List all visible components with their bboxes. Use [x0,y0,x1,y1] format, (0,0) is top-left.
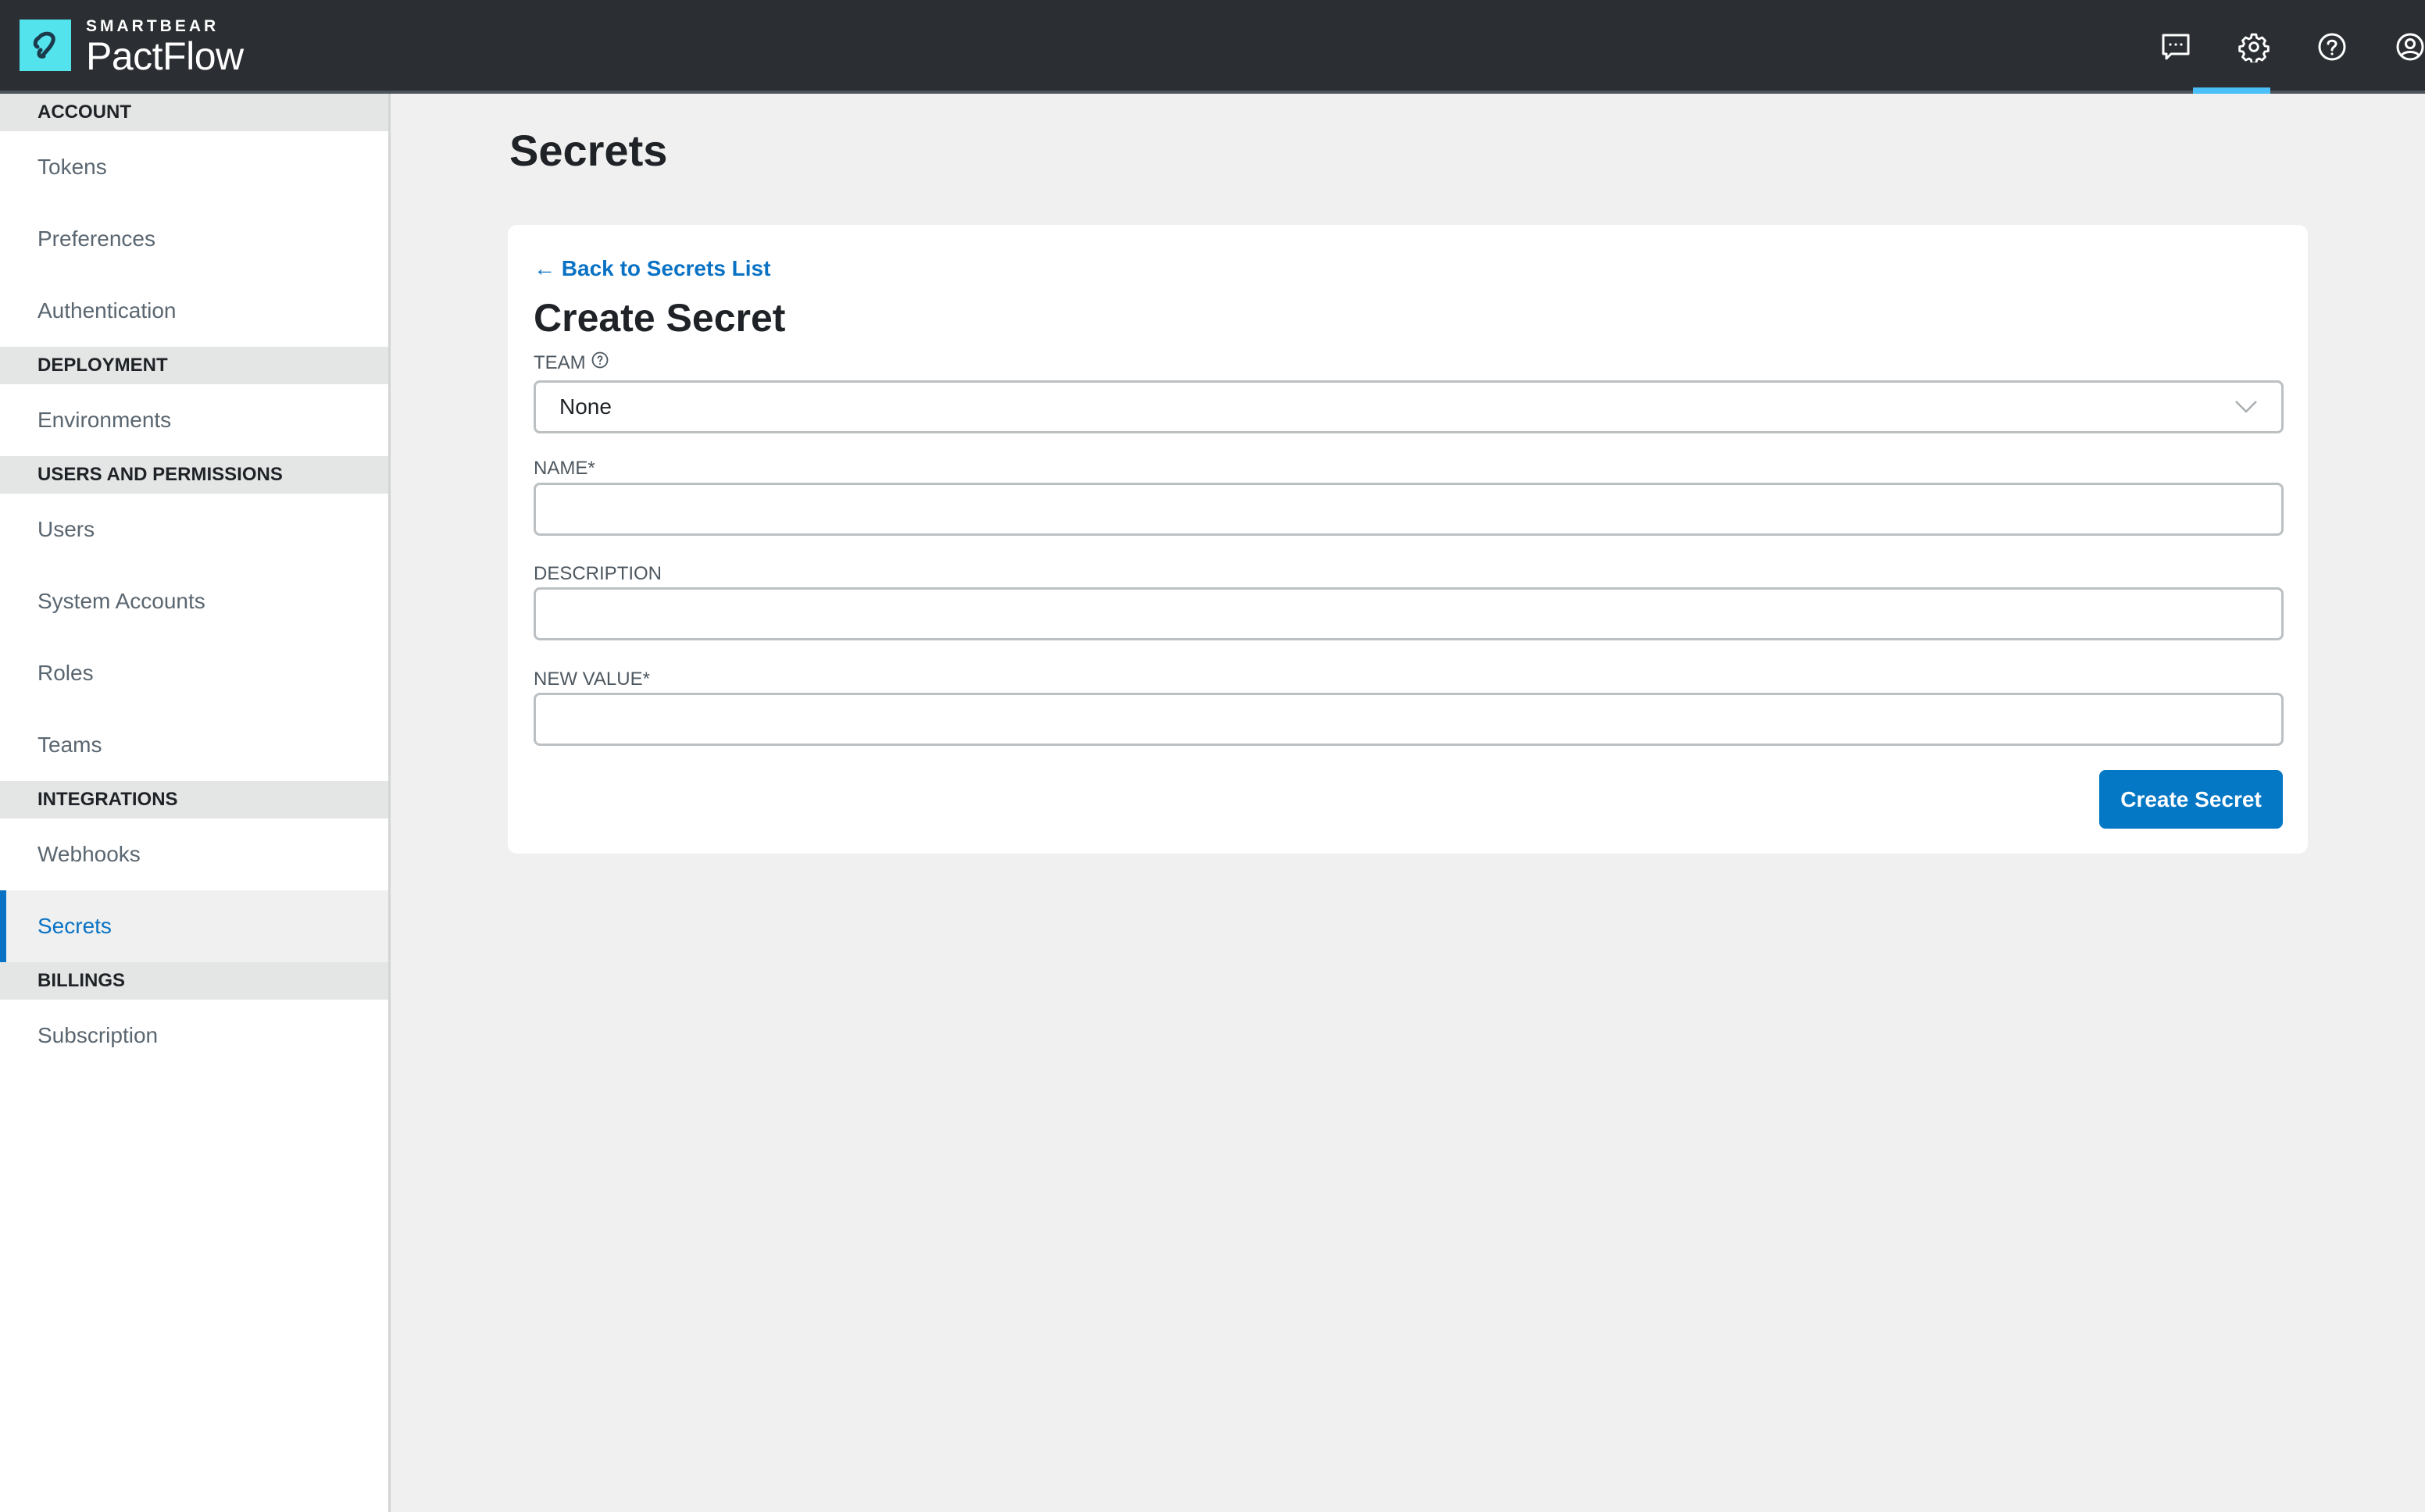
brand-company: SMARTBEAR [86,17,220,35]
new-value-label: NEW VALUE* [534,669,650,690]
chevron-down-icon [2234,394,2258,419]
sidebar-item-webhooks[interactable]: Webhooks [0,818,388,890]
user-account-icon[interactable] [2393,30,2425,64]
sidebar-item-users[interactable]: Users [0,494,388,565]
sidebar-item-environments[interactable]: Environments [0,384,388,456]
team-label: TEAM [534,351,609,375]
page-title: Secrets [509,126,668,175]
gear-icon[interactable] [2237,30,2271,64]
sidebar-item-authentication[interactable]: Authentication [0,275,388,347]
settings-sidebar: ACCOUNT Tokens Preferences Authenticatio… [0,94,391,1512]
help-circle-icon[interactable] [591,351,609,375]
description-input[interactable] [534,587,2284,640]
active-nav-indicator [2193,87,2270,94]
sidebar-section-account: ACCOUNT [0,94,388,131]
create-secret-card: ← Back to Secrets List Create Secret TEA… [508,225,2308,854]
new-value-input[interactable] [534,693,2284,746]
sidebar-item-subscription[interactable]: Subscription [0,1000,388,1072]
create-secret-button[interactable]: Create Secret [2099,770,2283,829]
brand[interactable]: SMARTBEAR PactFlow [86,17,244,77]
sidebar-item-secrets[interactable]: Secrets [0,890,388,962]
description-label: DESCRIPTION [534,563,662,584]
sidebar-item-tokens[interactable]: Tokens [0,131,388,203]
chat-icon[interactable] [2159,30,2193,64]
sidebar-item-teams[interactable]: Teams [0,709,388,781]
sidebar-section-deployment: DEPLOYMENT [0,347,388,384]
name-label: NAME* [534,458,595,479]
help-icon[interactable] [2315,30,2349,64]
pactflow-logo-icon[interactable] [20,20,71,71]
team-label-text: TEAM [534,351,586,373]
brand-product: PactFlow [86,34,244,78]
sidebar-section-users-permissions: USERS AND PERMISSIONS [0,456,388,494]
sidebar-section-billings: BILLINGS [0,962,388,1000]
sidebar-item-system-accounts[interactable]: System Accounts [0,565,388,637]
form-title: Create Secret [534,296,786,340]
sidebar-item-roles[interactable]: Roles [0,637,388,709]
team-select[interactable]: None [534,380,2284,433]
sidebar-item-preferences[interactable]: Preferences [0,203,388,275]
name-input[interactable] [534,483,2284,536]
back-to-secrets-link[interactable]: ← Back to Secrets List [534,256,770,281]
sidebar-section-integrations: INTEGRATIONS [0,781,388,818]
team-select-value: None [559,394,612,419]
top-navigation-bar: SMARTBEAR PactFlow [0,0,2425,94]
